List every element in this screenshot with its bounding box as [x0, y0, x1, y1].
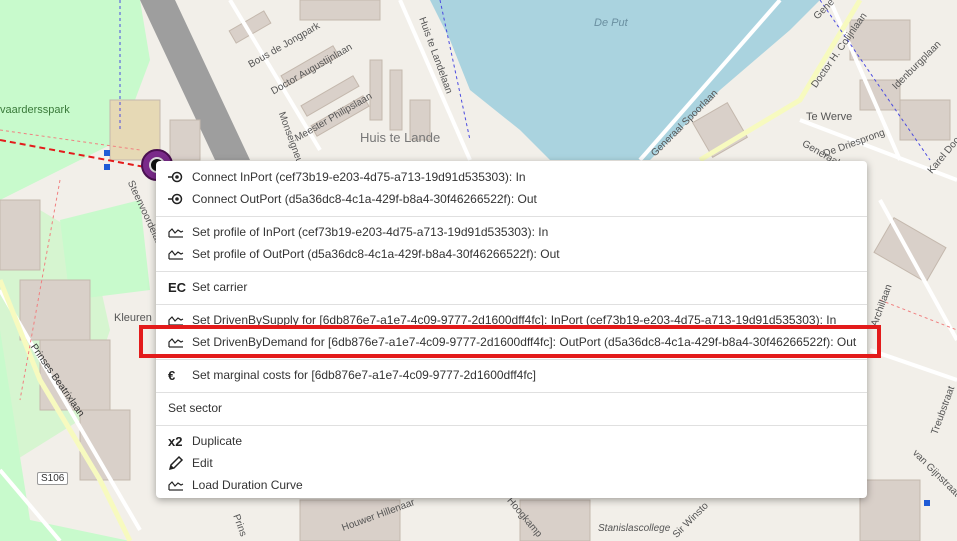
profile-chart-icon [168, 334, 188, 350]
menu-item-set-sector[interactable]: Set sector [168, 398, 861, 418]
menu-item-connect-outport[interactable]: Connect OutPort (d5a36dc8-4c1a-429f-b8a4… [168, 189, 861, 209]
profile-chart-icon [168, 312, 188, 328]
menu-item-load-duration-curve[interactable]: Load Duration Curve [168, 475, 861, 495]
menu-item-label: Connect OutPort (d5a36dc8-4c1a-429f-b8a4… [192, 192, 537, 206]
menu-item-set-marginal-costs-for[interactable]: € Set marginal costs for [6db876e7-a1e7-4… [168, 365, 861, 385]
menu-item-connect-inport[interactable]: Connect InPort (cef73b19-e203-4d75-a713-… [168, 167, 861, 187]
map-label-kleuren: Kleuren [114, 312, 152, 324]
profile-chart-icon [168, 246, 188, 262]
menu-item-label: Set DrivenBySupply for [6db876e7-a1e7-4c… [192, 313, 837, 327]
menu-item-set-profile-of-outport[interactable]: Set profile of OutPort (d5a36dc8-4c1a-42… [168, 244, 861, 264]
menu-separator [156, 392, 867, 393]
map-label-s106: S106 [37, 472, 69, 485]
menu-item-label: Set profile of InPort (cef73b19-e203-4d7… [192, 225, 549, 239]
pencil-icon [168, 455, 188, 471]
map-label-stanislas: Stanislascollege [598, 523, 671, 534]
menu-item-duplicate[interactable]: x2 Duplicate [168, 431, 861, 451]
menu-item-label: Edit [192, 456, 213, 470]
menu-item-edit[interactable]: Edit [168, 453, 861, 473]
profile-chart-icon [168, 477, 188, 493]
map-label-huis-te-lande: Huis te Lande [360, 130, 441, 145]
menu-separator [156, 304, 867, 305]
connect-icon [168, 191, 188, 207]
menu-item-label: Set sector [168, 401, 223, 415]
menu-item-label: Set marginal costs for [6db876e7-a1e7-4c… [192, 368, 537, 382]
menu-item-set-carrier[interactable]: EC Set carrier [168, 277, 861, 297]
menu-separator [156, 271, 867, 272]
map-label-te-werve: Te Werve [806, 111, 853, 123]
menu-separator [156, 425, 867, 426]
menu-separator [156, 216, 867, 217]
menu-item-label: Set carrier [192, 280, 248, 294]
menu-item-label: Set DrivenByDemand for [6db876e7-a1e7-4c… [192, 335, 857, 349]
context-menu: Connect InPort (cef73b19-e203-4d75-a713-… [156, 161, 867, 498]
ec-icon: EC [168, 279, 187, 295]
euro-icon: € [168, 367, 176, 383]
duplicate-icon: x2 [168, 433, 183, 449]
menu-item-label: Connect InPort (cef73b19-e203-4d75-a713-… [192, 170, 526, 184]
menu-item-label: Set profile of OutPort (d5a36dc8-4c1a-42… [192, 247, 560, 261]
profile-chart-icon [168, 224, 188, 240]
menu-item-label: Load Duration Curve [192, 478, 303, 492]
menu-item-set-drivenbydemand-for[interactable]: Set DrivenByDemand for [6db876e7-a1e7-4c… [168, 332, 861, 352]
menu-item-set-drivenbysupply-for[interactable]: Set DrivenBySupply for [6db876e7-a1e7-4c… [168, 310, 861, 330]
map-label-de-put: De Put [594, 17, 628, 29]
map-label-park: vaardersspark [0, 104, 70, 116]
connect-icon [168, 169, 188, 185]
menu-item-label: Duplicate [192, 434, 243, 448]
menu-item-set-profile-of-inport[interactable]: Set profile of InPort (cef73b19-e203-4d7… [168, 222, 861, 242]
menu-separator [156, 359, 867, 360]
